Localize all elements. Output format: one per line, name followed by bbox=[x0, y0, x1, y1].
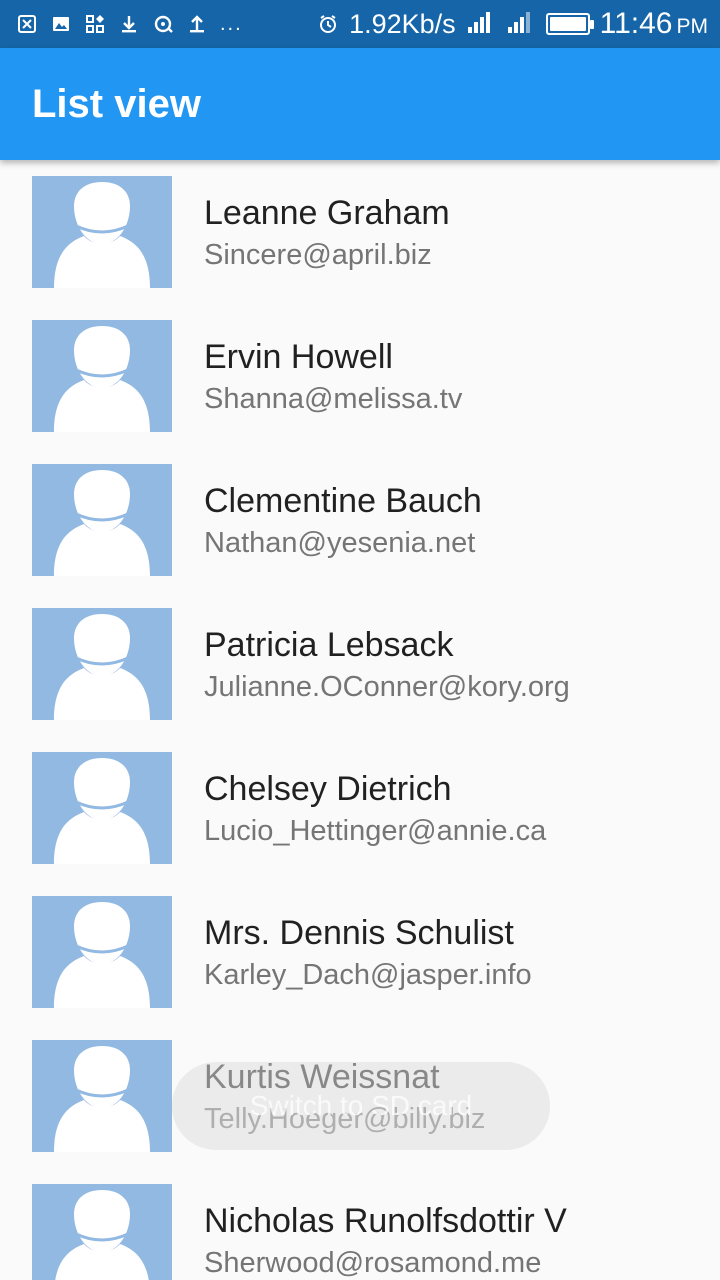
toast-message: Switch to SD card bbox=[172, 1062, 550, 1150]
person-placeholder-icon bbox=[55, 1190, 149, 1280]
app-bar: List view bbox=[0, 48, 720, 160]
battery-icon bbox=[545, 13, 594, 35]
contact-email: Karley_Dach@jasper.info bbox=[204, 959, 532, 991]
list-item[interactable]: Chelsey Dietrich Lucio_Hettinger@annie.c… bbox=[0, 736, 720, 880]
upload-icon bbox=[186, 13, 208, 35]
contact-email: Sincere@april.biz bbox=[204, 239, 432, 271]
close-box-icon bbox=[16, 13, 38, 35]
download-icon bbox=[118, 13, 140, 35]
list-item-text: Nicholas Runolfsdottir V Sherwood@rosamo… bbox=[204, 1184, 567, 1280]
time: 11:46 bbox=[599, 7, 673, 40]
list-item[interactable]: Nicholas Runolfsdottir V Sherwood@rosamo… bbox=[0, 1168, 720, 1280]
avatar bbox=[32, 896, 172, 1008]
person-placeholder-icon bbox=[54, 326, 150, 432]
contact-name: Chelsey Dietrich bbox=[204, 770, 452, 808]
avatar bbox=[32, 608, 172, 720]
person-placeholder-icon bbox=[54, 758, 150, 864]
list-item[interactable]: Patricia Lebsack Julianne.OConner@kory.o… bbox=[0, 592, 720, 736]
notification-icons: ... bbox=[16, 13, 317, 35]
sync-icon bbox=[152, 13, 174, 35]
avatar bbox=[32, 464, 172, 576]
contact-email: Julianne.OConner@kory.org bbox=[204, 671, 570, 703]
contact-name: Mrs. Dennis Schulist bbox=[204, 914, 514, 952]
avatar bbox=[32, 1040, 172, 1152]
person-placeholder-icon bbox=[54, 614, 150, 720]
signal-sim1-icon bbox=[466, 9, 496, 40]
image-icon bbox=[50, 13, 72, 35]
list-item[interactable]: Clementine Bauch Nathan@yesenia.net bbox=[0, 448, 720, 592]
person-placeholder-icon bbox=[54, 182, 150, 288]
list-item[interactable]: Leanne Graham Sincere@april.biz bbox=[0, 160, 720, 304]
person-placeholder-icon bbox=[54, 902, 150, 1008]
list-item-text: Mrs. Dennis Schulist Karley_Dach@jasper.… bbox=[204, 896, 532, 993]
status-bar: ... 1.92Kb/s 11:46 PM bbox=[0, 0, 720, 48]
contact-name: Leanne Graham bbox=[204, 194, 450, 232]
list-item-text: Ervin Howell Shanna@melissa.tv bbox=[204, 320, 462, 417]
contact-name: Clementine Bauch bbox=[204, 482, 482, 520]
list-item-text: Chelsey Dietrich Lucio_Hettinger@annie.c… bbox=[204, 752, 546, 849]
clock: 11:46 PM bbox=[600, 7, 708, 41]
contact-name: Patricia Lebsack bbox=[204, 626, 454, 664]
more-notifications: ... bbox=[220, 13, 243, 35]
contact-email: Shanna@melissa.tv bbox=[204, 383, 463, 415]
avatar bbox=[32, 1184, 172, 1280]
contact-email: Lucio_Hettinger@annie.ca bbox=[204, 815, 547, 847]
network-speed: 1.92Kb/s bbox=[349, 8, 456, 39]
list-item-text: Patricia Lebsack Julianne.OConner@kory.o… bbox=[204, 608, 570, 705]
list-item[interactable]: Ervin Howell Shanna@melissa.tv bbox=[0, 304, 720, 448]
list-item-text: Clementine Bauch Nathan@yesenia.net bbox=[204, 464, 482, 561]
contact-name: Nicholas Runolfsdottir V bbox=[204, 1202, 567, 1240]
person-placeholder-icon bbox=[54, 470, 150, 576]
page-title: List view bbox=[32, 81, 201, 126]
apps-icon bbox=[84, 13, 106, 35]
avatar bbox=[32, 320, 172, 432]
list-item[interactable]: Mrs. Dennis Schulist Karley_Dach@jasper.… bbox=[0, 880, 720, 1024]
signal-sim2-icon bbox=[506, 9, 536, 40]
avatar bbox=[32, 752, 172, 864]
time-ampm: PM bbox=[676, 15, 709, 38]
contact-email: Sherwood@rosamond.me bbox=[204, 1247, 542, 1279]
avatar bbox=[32, 176, 172, 288]
list-item-text: Leanne Graham Sincere@april.biz bbox=[204, 176, 450, 273]
contact-name: Ervin Howell bbox=[204, 338, 393, 376]
person-placeholder-icon bbox=[54, 1046, 150, 1152]
contact-email: Nathan@yesenia.net bbox=[204, 527, 476, 559]
alarm-icon bbox=[317, 13, 339, 35]
